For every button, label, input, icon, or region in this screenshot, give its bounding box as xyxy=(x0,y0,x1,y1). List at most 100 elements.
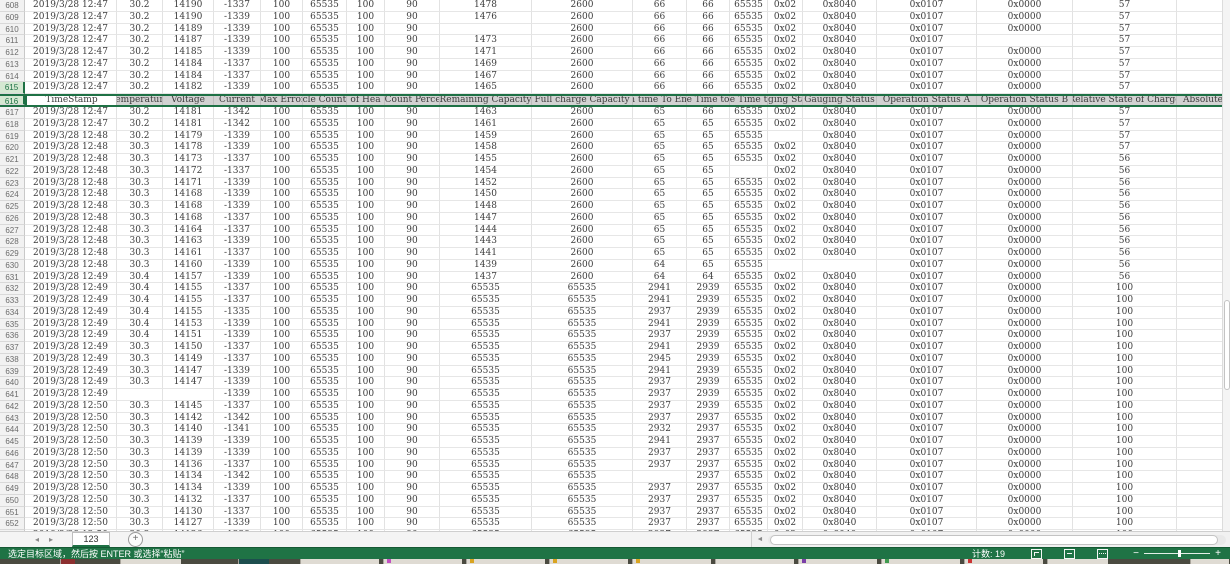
cell[interactable]: 100 xyxy=(1073,483,1177,495)
column-header[interactable]: Gauging Status xyxy=(803,96,877,105)
row-number[interactable]: 634 xyxy=(0,306,25,319)
cell[interactable]: 65535 xyxy=(303,142,347,154)
cell[interactable]: 0x0000 xyxy=(977,70,1073,83)
cell[interactable]: 90 xyxy=(385,154,440,166)
cell[interactable]: 14184 xyxy=(163,58,214,71)
cell[interactable]: 0x0107 xyxy=(877,47,977,59)
cell[interactable]: -1337 xyxy=(214,400,261,413)
cell[interactable]: 57 xyxy=(1073,142,1177,154)
cell[interactable]: 2019/3/28 12:47 xyxy=(25,118,117,131)
cell[interactable]: 90 xyxy=(385,365,440,378)
cell[interactable]: 65535 xyxy=(730,342,768,354)
cell[interactable]: 2019/3/28 12:48 xyxy=(25,165,117,178)
cell[interactable]: 100 xyxy=(1073,306,1177,319)
cell[interactable]: 2600 xyxy=(532,271,633,284)
cell[interactable]: 100 xyxy=(347,165,385,178)
cell[interactable]: 100 xyxy=(347,377,385,389)
cell[interactable]: 14189 xyxy=(163,23,214,36)
cell[interactable]: 14149 xyxy=(163,353,214,366)
zoom-out-button[interactable]: − xyxy=(1130,548,1142,559)
cell[interactable]: 0x8040 xyxy=(803,424,877,436)
cell[interactable]: 56 xyxy=(1073,189,1177,201)
cell[interactable]: 0x02 xyxy=(768,201,803,213)
cell[interactable]: 30.2 xyxy=(117,11,163,24)
cell[interactable]: 0x02 xyxy=(768,506,803,519)
cell[interactable]: 65535 xyxy=(730,412,768,425)
cell[interactable]: 30.3 xyxy=(117,518,163,530)
cell[interactable]: -1339 xyxy=(214,389,261,401)
cell[interactable]: 90 xyxy=(385,118,440,131)
cell[interactable]: 2019/3/28 12:48 xyxy=(25,236,117,248)
cell[interactable]: 100 xyxy=(347,177,385,190)
cell[interactable]: 90 xyxy=(385,377,440,389)
cell[interactable]: 100 xyxy=(347,35,385,47)
cell[interactable]: 14179 xyxy=(163,130,214,143)
cell[interactable]: 65535 xyxy=(303,494,347,507)
cell[interactable]: 2939 xyxy=(687,306,730,319)
cell[interactable]: 100 xyxy=(347,330,385,342)
cell[interactable]: 14184 xyxy=(163,70,214,83)
cell[interactable]: 1455 xyxy=(440,154,532,166)
cell[interactable]: 2939 xyxy=(687,318,730,331)
row-number[interactable]: 618 xyxy=(0,118,25,131)
cell[interactable]: 65 xyxy=(633,165,687,178)
cell[interactable]: 2937 xyxy=(687,459,730,472)
cell[interactable]: 14157 xyxy=(163,271,214,284)
cell[interactable]: 65535 xyxy=(303,224,347,237)
cell[interactable]: 0x8040 xyxy=(803,189,877,201)
cell[interactable]: 2937 xyxy=(633,330,687,342)
cell[interactable]: 65535 xyxy=(440,306,532,319)
cell[interactable]: 100 xyxy=(1073,400,1177,413)
cell[interactable]: 0x0000 xyxy=(977,283,1073,295)
cell[interactable]: 14134 xyxy=(163,483,214,495)
cell[interactable]: 100 xyxy=(1073,377,1177,389)
sheet-nav-left-icon[interactable]: ◂ xyxy=(30,535,44,544)
row-number[interactable]: 641 xyxy=(0,389,25,401)
cell[interactable]: 0x02 xyxy=(768,165,803,178)
cell[interactable]: 2019/3/28 12:49 xyxy=(25,295,117,307)
cell[interactable]: 65535 xyxy=(532,518,633,530)
cell[interactable]: 2600 xyxy=(532,47,633,59)
cell[interactable]: 0x0000 xyxy=(977,259,1073,272)
horizontal-scrollbar[interactable]: ◄ xyxy=(751,532,1230,547)
cell[interactable]: 14185 xyxy=(163,47,214,59)
cell[interactable]: 100 xyxy=(347,365,385,378)
cell[interactable]: 65535 xyxy=(730,130,768,143)
row-number[interactable]: 609 xyxy=(0,11,25,24)
cell[interactable]: 90 xyxy=(385,177,440,190)
cell[interactable]: 100 xyxy=(261,494,303,507)
cell[interactable]: 100 xyxy=(347,23,385,36)
cell[interactable]: 2937 xyxy=(633,400,687,413)
row-number[interactable]: 647 xyxy=(0,459,25,472)
cell[interactable]: 0x0107 xyxy=(877,189,977,201)
cell[interactable]: 0x8040 xyxy=(803,342,877,354)
cell[interactable]: 65535 xyxy=(532,459,633,472)
cell[interactable]: 65535 xyxy=(730,330,768,342)
cell[interactable]: 100 xyxy=(261,436,303,448)
column-header[interactable]: e Time t xyxy=(730,96,768,105)
cell[interactable]: 65535 xyxy=(730,177,768,190)
cell[interactable]: 0x0000 xyxy=(977,224,1073,237)
cell[interactable]: 100 xyxy=(347,389,385,401)
cell[interactable]: 2937 xyxy=(633,494,687,507)
cell[interactable]: 0x0107 xyxy=(877,130,977,143)
cell[interactable]: 100 xyxy=(1073,447,1177,460)
cell[interactable]: 65535 xyxy=(532,506,633,519)
cell[interactable]: 2019/3/28 12:48 xyxy=(25,189,117,201)
cell[interactable]: 0x8040 xyxy=(803,236,877,248)
cell[interactable]: 100 xyxy=(261,212,303,225)
cell[interactable]: 56 xyxy=(1073,271,1177,284)
cell[interactable]: 0x02 xyxy=(768,23,803,36)
cell[interactable]: 14136 xyxy=(163,459,214,472)
cell[interactable]: 2937 xyxy=(633,483,687,495)
cell[interactable]: 0x8040 xyxy=(803,154,877,166)
cell[interactable]: 0x0000 xyxy=(977,118,1073,131)
cell[interactable]: 0x0000 xyxy=(977,23,1073,36)
row-number[interactable]: 617 xyxy=(0,107,25,119)
cell[interactable]: 90 xyxy=(385,130,440,143)
cell[interactable]: 65535 xyxy=(730,11,768,24)
cell[interactable]: 0x8040 xyxy=(803,201,877,213)
cell[interactable]: 0x0107 xyxy=(877,35,977,47)
cell[interactable]: 0x8040 xyxy=(803,212,877,225)
cell[interactable]: -1337 xyxy=(214,353,261,366)
